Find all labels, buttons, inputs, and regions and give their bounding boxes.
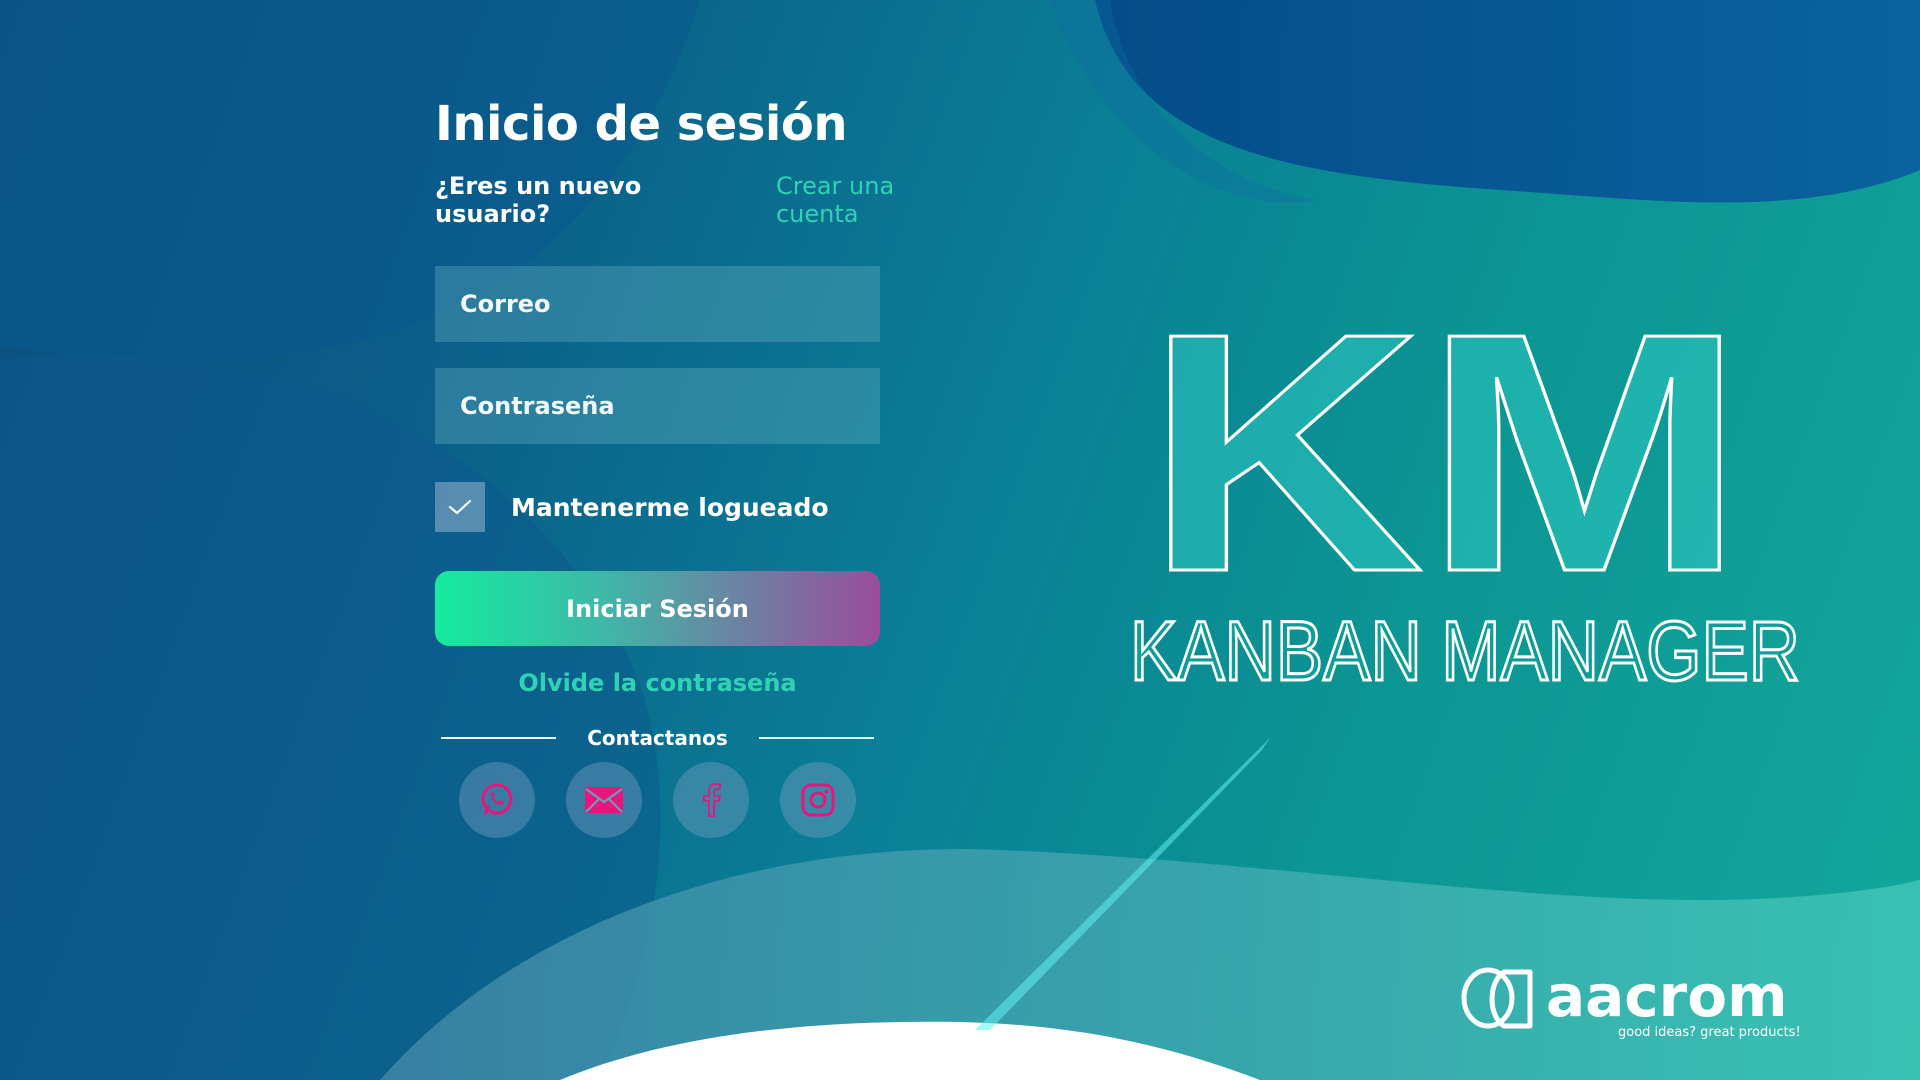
- page-title: Inicio de sesión: [435, 96, 848, 152]
- whatsapp-button[interactable]: [459, 762, 535, 838]
- brand-name: aacrom: [1546, 962, 1788, 1030]
- social-buttons: [435, 762, 880, 838]
- login-button[interactable]: Iniciar Sesión: [435, 571, 880, 646]
- new-user-row: ¿Eres un nuevo usuario? Crear una cuenta: [435, 172, 975, 228]
- forgot-password-link[interactable]: Olvide la contraseña: [435, 666, 880, 700]
- contact-label: Contactanos: [587, 726, 728, 750]
- create-account-link[interactable]: Crear una cuenta: [776, 172, 975, 228]
- whatsapp-icon: [481, 783, 513, 815]
- km-logo-subtitle: KANBAN MANAGER: [1130, 604, 1800, 698]
- km-logo: KM KANBAN MANAGER: [1129, 300, 1802, 700]
- brand-tagline: good ideas? great products!: [1618, 1025, 1801, 1040]
- facebook-button[interactable]: [673, 762, 749, 838]
- facebook-icon: [703, 783, 722, 817]
- divider-line-left: [441, 737, 556, 739]
- instagram-button[interactable]: [780, 762, 856, 838]
- contact-divider: Contactanos: [435, 724, 880, 752]
- divider-line-right: [758, 737, 874, 739]
- new-user-question: ¿Eres un nuevo usuario?: [435, 172, 642, 228]
- email-field[interactable]: [435, 266, 880, 342]
- mail-icon: [585, 787, 623, 813]
- password-field[interactable]: [435, 368, 880, 444]
- remember-label: Mantenerme logueado: [511, 492, 829, 522]
- login-panel: Inicio de sesión ¿Eres un nuevo usuario?…: [435, 92, 975, 838]
- checkmark-icon: [448, 499, 472, 515]
- remember-row: Mantenerme logueado: [435, 482, 975, 532]
- remember-checkbox[interactable]: [435, 482, 485, 532]
- brand-logo: aacrom good ideas? great products!: [1458, 960, 1818, 1044]
- email-button[interactable]: [566, 762, 642, 838]
- brand-mark: aacrom good ideas? great products!: [1461, 962, 1801, 1040]
- instagram-icon: [801, 783, 835, 817]
- km-logo-letters: KM: [1145, 300, 1745, 643]
